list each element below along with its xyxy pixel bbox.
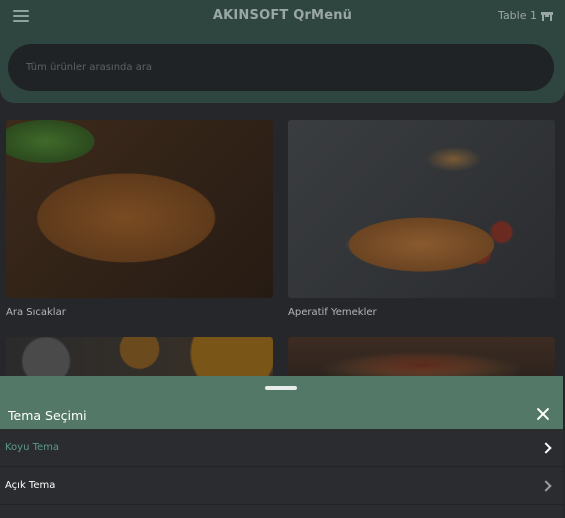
sheet-bottom-spacer — [0, 505, 563, 518]
category-card[interactable]: Aperatif Yemekler — [288, 120, 555, 318]
category-card[interactable] — [288, 337, 555, 377]
sheet-drag-handle[interactable] — [265, 386, 297, 390]
category-image — [6, 337, 273, 377]
theme-option-light[interactable]: Açık Tema — [0, 467, 563, 505]
category-image — [288, 337, 555, 377]
theme-option-label: Açık Tema — [5, 480, 56, 491]
category-card[interactable] — [6, 337, 273, 377]
category-card[interactable]: Ara Sıcaklar — [6, 120, 273, 318]
table-label: Table 1 — [498, 9, 537, 22]
close-icon[interactable] — [536, 407, 550, 421]
table-indicator[interactable]: Table 1 — [498, 9, 553, 22]
table-icon — [541, 11, 553, 21]
category-image — [6, 120, 273, 298]
search-bar — [8, 44, 554, 91]
app-title: AKINSOFT QrMenü — [212, 8, 353, 23]
chevron-right-icon — [540, 441, 552, 454]
app-header: AKINSOFT QrMenü Table 1 — [0, 0, 565, 103]
chevron-right-icon — [540, 479, 552, 492]
category-name: Aperatif Yemekler — [288, 307, 377, 318]
theme-option-label: Koyu Tema — [5, 442, 60, 453]
theme-option-dark[interactable]: Koyu Tema — [0, 429, 563, 467]
category-name: Ara Sıcaklar — [6, 307, 66, 318]
search-input[interactable] — [8, 44, 554, 91]
theme-bottom-sheet: Tema Seçimi Koyu Tema Açık Tema — [0, 376, 563, 518]
category-image — [288, 120, 555, 298]
sheet-title: Tema Seçimi — [8, 408, 87, 423]
